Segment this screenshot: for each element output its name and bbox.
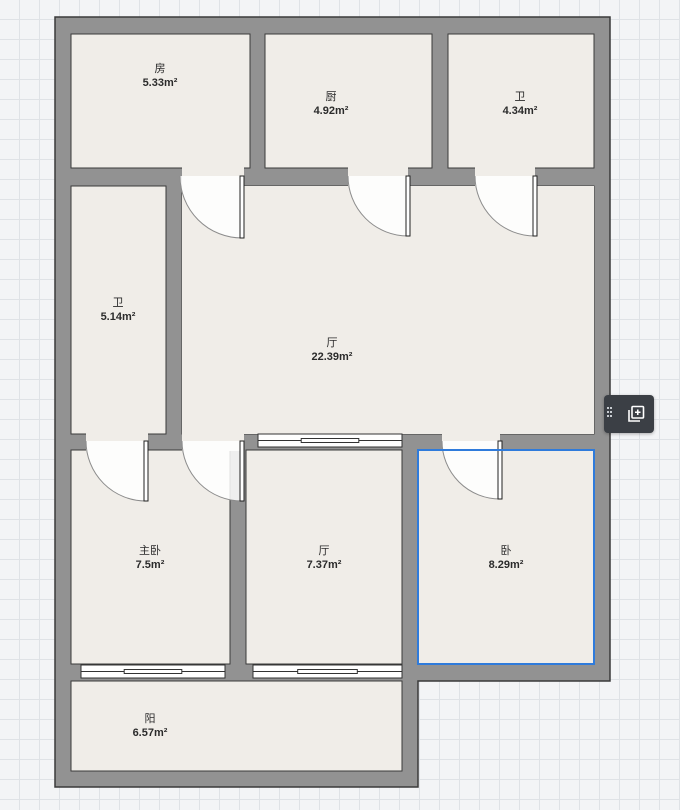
room-label-yang[interactable]: 阳 6.57m² xyxy=(90,712,210,740)
room-area: 5.33m² xyxy=(142,77,178,89)
room-name: 卫 xyxy=(112,297,124,309)
room-label-wei1[interactable]: 卫 4.34m² xyxy=(460,90,580,118)
window-sash xyxy=(123,669,183,674)
room-floor-fang[interactable] xyxy=(70,33,251,169)
room-name: 厨 xyxy=(325,91,337,103)
door-leaf xyxy=(405,175,411,237)
room-area: 7.37m² xyxy=(306,559,342,571)
room-label-ting1[interactable]: 厅 22.39m² xyxy=(272,336,392,364)
room-label-fang[interactable]: 房 5.33m² xyxy=(100,62,220,90)
room-name: 房 xyxy=(154,63,166,75)
room-area: 4.92m² xyxy=(313,105,349,117)
door-leaf xyxy=(143,440,149,502)
add-layer-icon xyxy=(628,405,645,422)
window-sash xyxy=(300,438,360,443)
door-leaf xyxy=(239,440,245,502)
window-sash xyxy=(297,669,358,674)
room-area: 4.34m² xyxy=(502,105,538,117)
drag-handle-icon[interactable] xyxy=(607,407,613,421)
room-area: 5.14m² xyxy=(100,311,136,323)
add-layer-button[interactable] xyxy=(604,395,654,433)
room-name: 厅 xyxy=(318,545,330,557)
room-label-wei2[interactable]: 卫 5.14m² xyxy=(58,296,178,324)
room-label-zhuwo[interactable]: 主卧 7.5m² xyxy=(90,544,210,572)
room-area: 22.39m² xyxy=(311,351,353,363)
room-label-wo[interactable]: 卧 8.29m² xyxy=(446,544,566,572)
room-name: 厅 xyxy=(326,337,338,349)
room-name: 卧 xyxy=(500,545,512,557)
floor-plan xyxy=(54,16,611,788)
room-label-chu[interactable]: 厨 4.92m² xyxy=(271,90,391,118)
room-label-ting2[interactable]: 厅 7.37m² xyxy=(264,544,384,572)
door-leaf xyxy=(239,175,245,239)
room-name: 主卧 xyxy=(139,545,161,557)
room-name: 卫 xyxy=(514,91,526,103)
room-area: 6.57m² xyxy=(132,727,168,739)
room-name: 阳 xyxy=(144,713,156,725)
door-leaf xyxy=(532,175,538,237)
room-area: 7.5m² xyxy=(135,559,165,571)
room-area: 8.29m² xyxy=(488,559,524,571)
